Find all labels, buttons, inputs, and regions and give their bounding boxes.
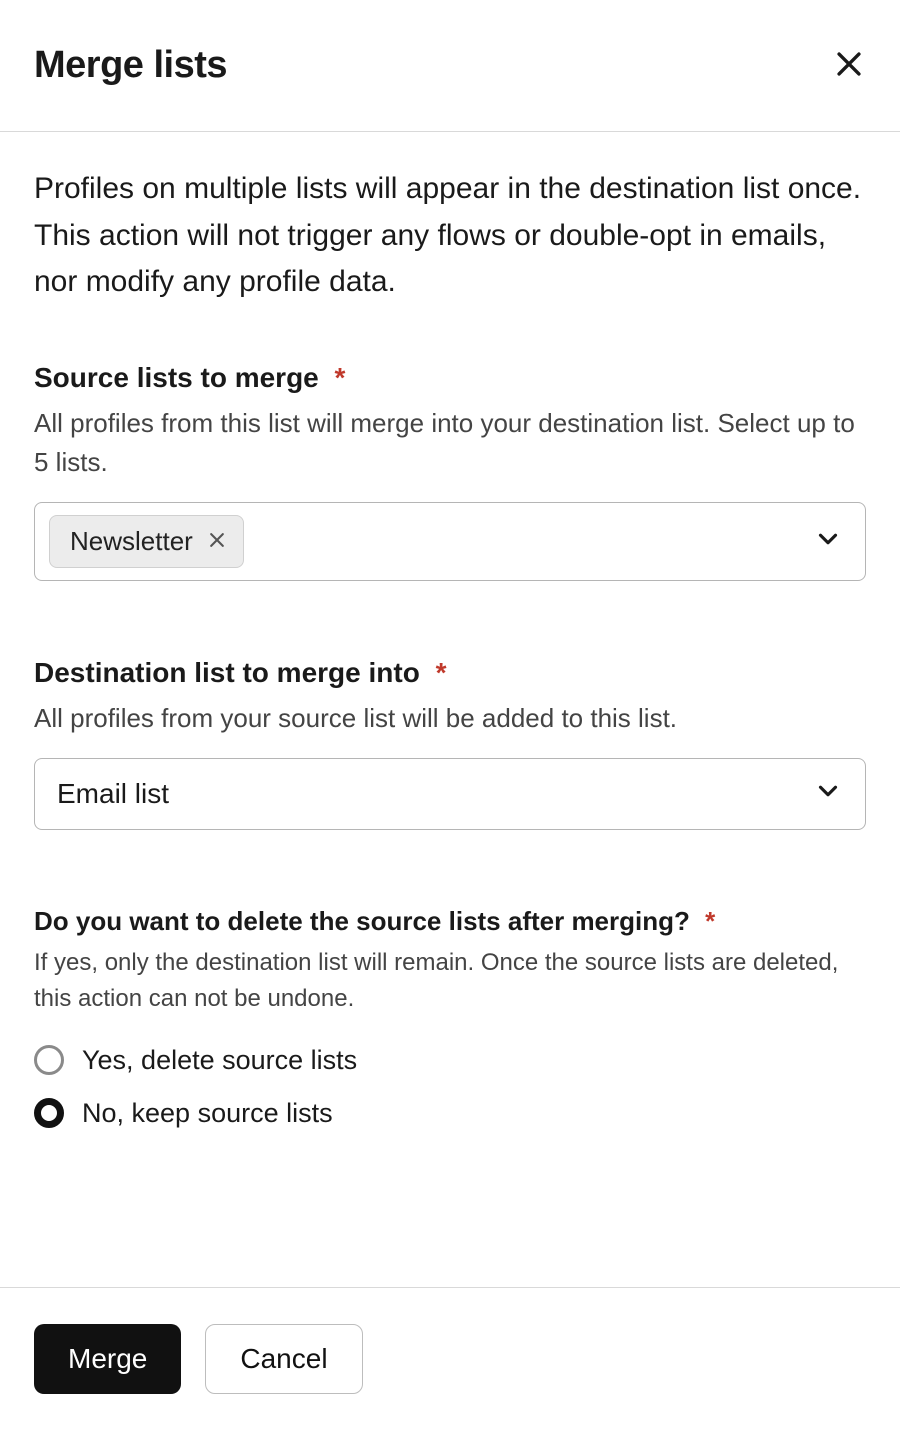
source-lists-field: Source lists to merge * All profiles fro…	[34, 362, 866, 581]
destination-list-value: Email list	[49, 778, 169, 810]
close-button[interactable]	[832, 47, 866, 84]
chip-newsletter: Newsletter	[49, 515, 244, 568]
intro-text: Profiles on multiple lists will appear i…	[34, 166, 866, 306]
radio-yes-label: Yes, delete source lists	[82, 1045, 357, 1076]
dialog-body: Profiles on multiple lists will appear i…	[0, 132, 900, 1287]
radio-no-label: No, keep source lists	[82, 1098, 333, 1129]
x-icon	[207, 530, 227, 553]
radio-yes-delete[interactable]: Yes, delete source lists	[34, 1045, 866, 1076]
chevron-down-icon	[813, 776, 843, 811]
dialog-header: Merge lists	[0, 0, 900, 132]
source-lists-label-text: Source lists to merge	[34, 362, 319, 393]
delete-source-help: If yes, only the destination list will r…	[34, 945, 866, 1017]
radio-icon	[34, 1098, 64, 1128]
dialog-title: Merge lists	[34, 44, 227, 87]
chip-remove-button[interactable]	[207, 530, 227, 553]
source-lists-help: All profiles from this list will merge i…	[34, 404, 866, 482]
cancel-button[interactable]: Cancel	[205, 1324, 362, 1394]
delete-source-label-text: Do you want to delete the source lists a…	[34, 906, 690, 936]
required-marker: *	[436, 657, 447, 688]
destination-list-label-text: Destination list to merge into	[34, 657, 420, 688]
destination-list-help: All profiles from your source list will …	[34, 699, 866, 738]
radio-icon	[34, 1045, 64, 1075]
merge-button[interactable]: Merge	[34, 1324, 181, 1394]
close-icon	[832, 47, 866, 84]
source-lists-select[interactable]: Newsletter	[34, 502, 866, 581]
destination-list-field: Destination list to merge into * All pro…	[34, 657, 866, 830]
source-lists-label: Source lists to merge *	[34, 362, 866, 394]
chevron-down-icon	[813, 524, 843, 559]
destination-list-select[interactable]: Email list	[34, 758, 866, 830]
required-marker: *	[705, 906, 715, 936]
delete-source-label: Do you want to delete the source lists a…	[34, 906, 866, 937]
radio-no-keep[interactable]: No, keep source lists	[34, 1098, 866, 1129]
chip-label: Newsletter	[70, 526, 193, 557]
delete-source-field: Do you want to delete the source lists a…	[34, 906, 866, 1129]
required-marker: *	[335, 362, 346, 393]
dialog-footer: Merge Cancel	[0, 1287, 900, 1430]
destination-list-label: Destination list to merge into *	[34, 657, 866, 689]
